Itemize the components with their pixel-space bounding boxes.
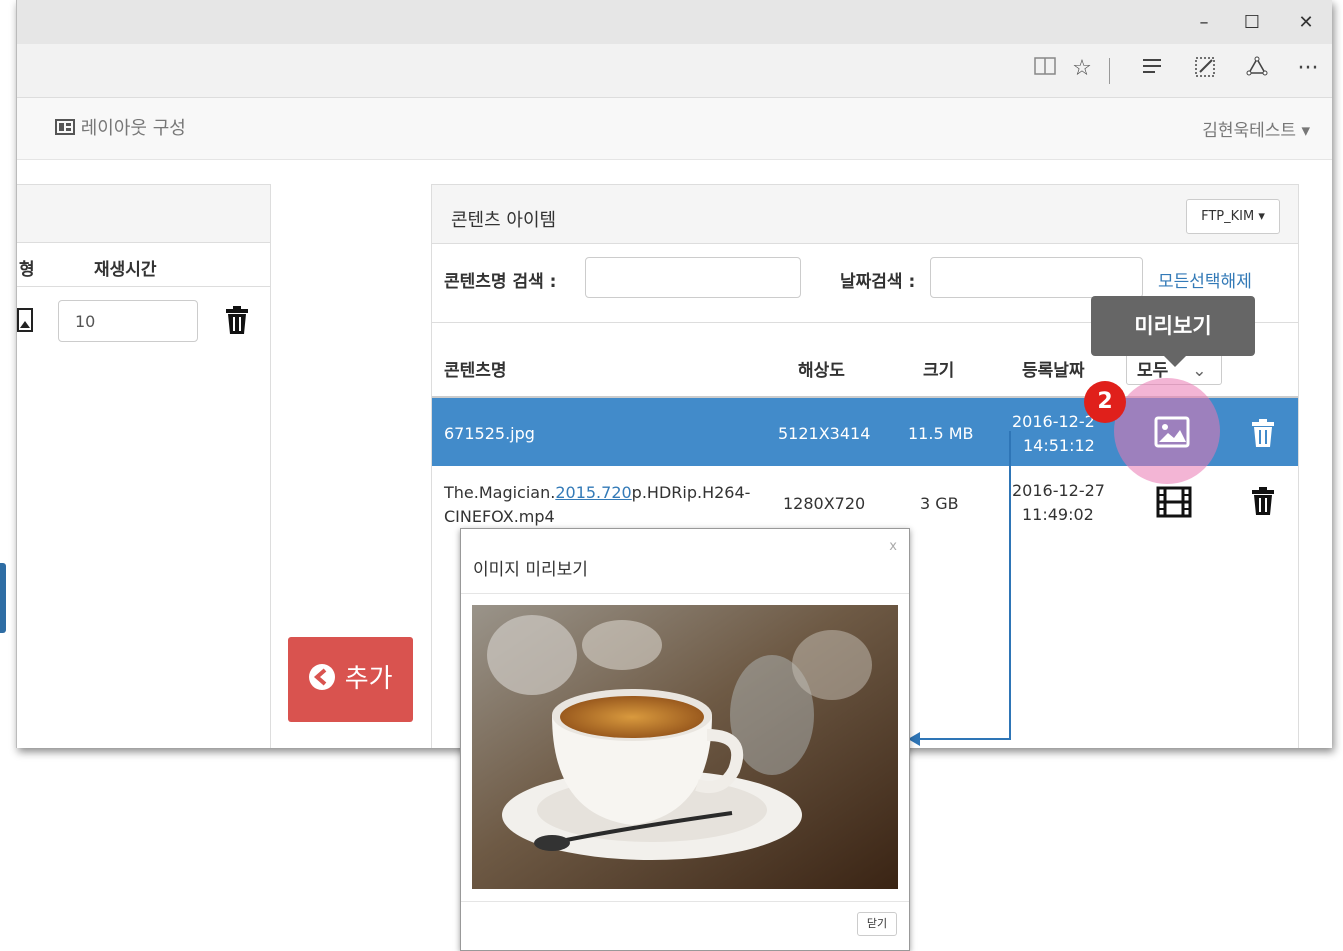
row-time: 14:51:12 <box>1023 436 1095 455</box>
modal-close-x[interactable]: x <box>889 539 897 554</box>
left-edge-tab[interactable] <box>0 563 6 633</box>
content-items-header: 콘텐츠 아이템 FTP_KIM ▾ <box>432 185 1298 244</box>
ftp-dropdown[interactable]: FTP_KIM ▾ <box>1186 199 1280 234</box>
preview-image <box>472 605 898 889</box>
row-size: 11.5 MB <box>908 424 974 443</box>
column-name: 콘텐츠명 <box>444 361 507 381</box>
reading-view-icon[interactable] <box>1030 56 1060 82</box>
row-date: 2016-12-2 <box>1012 412 1095 431</box>
film-icon[interactable] <box>1156 486 1192 522</box>
row-size: 3 GB <box>920 494 959 513</box>
app-navbar: 레이아웃 구성 김현욱테스트 ▾ <box>17 98 1332 160</box>
toolbar-divider <box>1109 58 1110 84</box>
row-time: 11:49:02 <box>1022 505 1094 524</box>
row-name-link[interactable]: 2015.720 <box>555 483 631 502</box>
column-resolution: 해상도 <box>798 361 845 381</box>
tooltip-arrow <box>1164 356 1186 367</box>
column-size: 크기 <box>923 361 955 381</box>
column-play-time: 재생시간 <box>94 260 157 280</box>
column-date: 등록날짜 <box>1022 361 1085 381</box>
arrow-left-circle-icon <box>309 664 336 690</box>
preview-tooltip: 미리보기 <box>1091 296 1255 356</box>
row-name-suffix: p.HDRip.H264- <box>631 483 751 502</box>
row-delete-icon[interactable] <box>1250 418 1276 452</box>
share-icon[interactable] <box>1242 56 1272 84</box>
playlist-panel-header <box>17 185 270 243</box>
row-resolution: 5121X3414 <box>778 424 871 443</box>
layout-icon <box>55 119 75 135</box>
title-bar: – ☐ ✕ <box>17 0 1332 44</box>
row-delete-icon[interactable] <box>1250 486 1276 520</box>
playlist-header-divider <box>17 286 271 287</box>
browser-toolbar: ☆ ··· <box>17 44 1332 98</box>
search-date-input[interactable] <box>930 257 1143 298</box>
nav-layout-label: 레이아웃 구성 <box>80 118 186 139</box>
image-preview-modal: x 이미지 미리보기 닫기 <box>460 528 910 951</box>
web-note-icon[interactable] <box>1190 56 1220 84</box>
nav-layout-link[interactable]: 레이아웃 구성 <box>55 114 186 140</box>
modal-title: 이미지 미리보기 <box>473 560 588 580</box>
play-time-input[interactable]: 10 <box>58 300 198 342</box>
row-name: The.Magician.2015.720p.HDRip.H264- CINEF… <box>444 481 750 529</box>
maximize-button[interactable]: ☐ <box>1237 8 1267 38</box>
row-name-prefix: The.Magician. <box>444 483 556 502</box>
playlist-delete-icon[interactable] <box>224 305 250 339</box>
step-badge: 2 <box>1084 381 1126 423</box>
image-preview-icon[interactable] <box>1154 416 1190 452</box>
row-name: 671525.jpg <box>444 424 535 443</box>
hub-icon[interactable] <box>1137 56 1167 81</box>
more-icon[interactable]: ··· <box>1293 56 1323 81</box>
search-name-label: 콘텐츠명 검색 : <box>444 272 557 292</box>
image-type-icon <box>17 308 35 336</box>
add-button-label: 추가 <box>344 664 393 694</box>
callout-line <box>1009 431 1011 740</box>
row-date: 2016-12-27 <box>1012 481 1105 500</box>
row-resolution: 1280X720 <box>783 494 866 513</box>
clear-selection-link[interactable]: 모든선택해제 <box>1158 267 1252 292</box>
minimize-button[interactable]: – <box>1189 8 1219 38</box>
row-name-line2: CINEFOX.mp4 <box>444 507 555 526</box>
add-button[interactable]: 추가 <box>288 637 413 722</box>
callout-line <box>917 738 1011 740</box>
favorite-star-icon[interactable]: ☆ <box>1067 56 1097 81</box>
modal-close-button[interactable]: 닫기 <box>857 912 897 936</box>
modal-header-divider <box>461 593 909 594</box>
search-date-label: 날짜검색 : <box>840 272 916 292</box>
user-menu[interactable]: 김현욱테스트 ▾ <box>1202 116 1310 141</box>
chevron-down-icon: ⌄ <box>1192 361 1207 381</box>
modal-footer-divider <box>461 901 909 902</box>
close-button[interactable]: ✕ <box>1291 8 1321 38</box>
content-items-title: 콘텐츠 아이템 <box>451 210 557 231</box>
search-name-input[interactable] <box>585 257 801 298</box>
column-type-partial: 형 <box>19 260 35 280</box>
